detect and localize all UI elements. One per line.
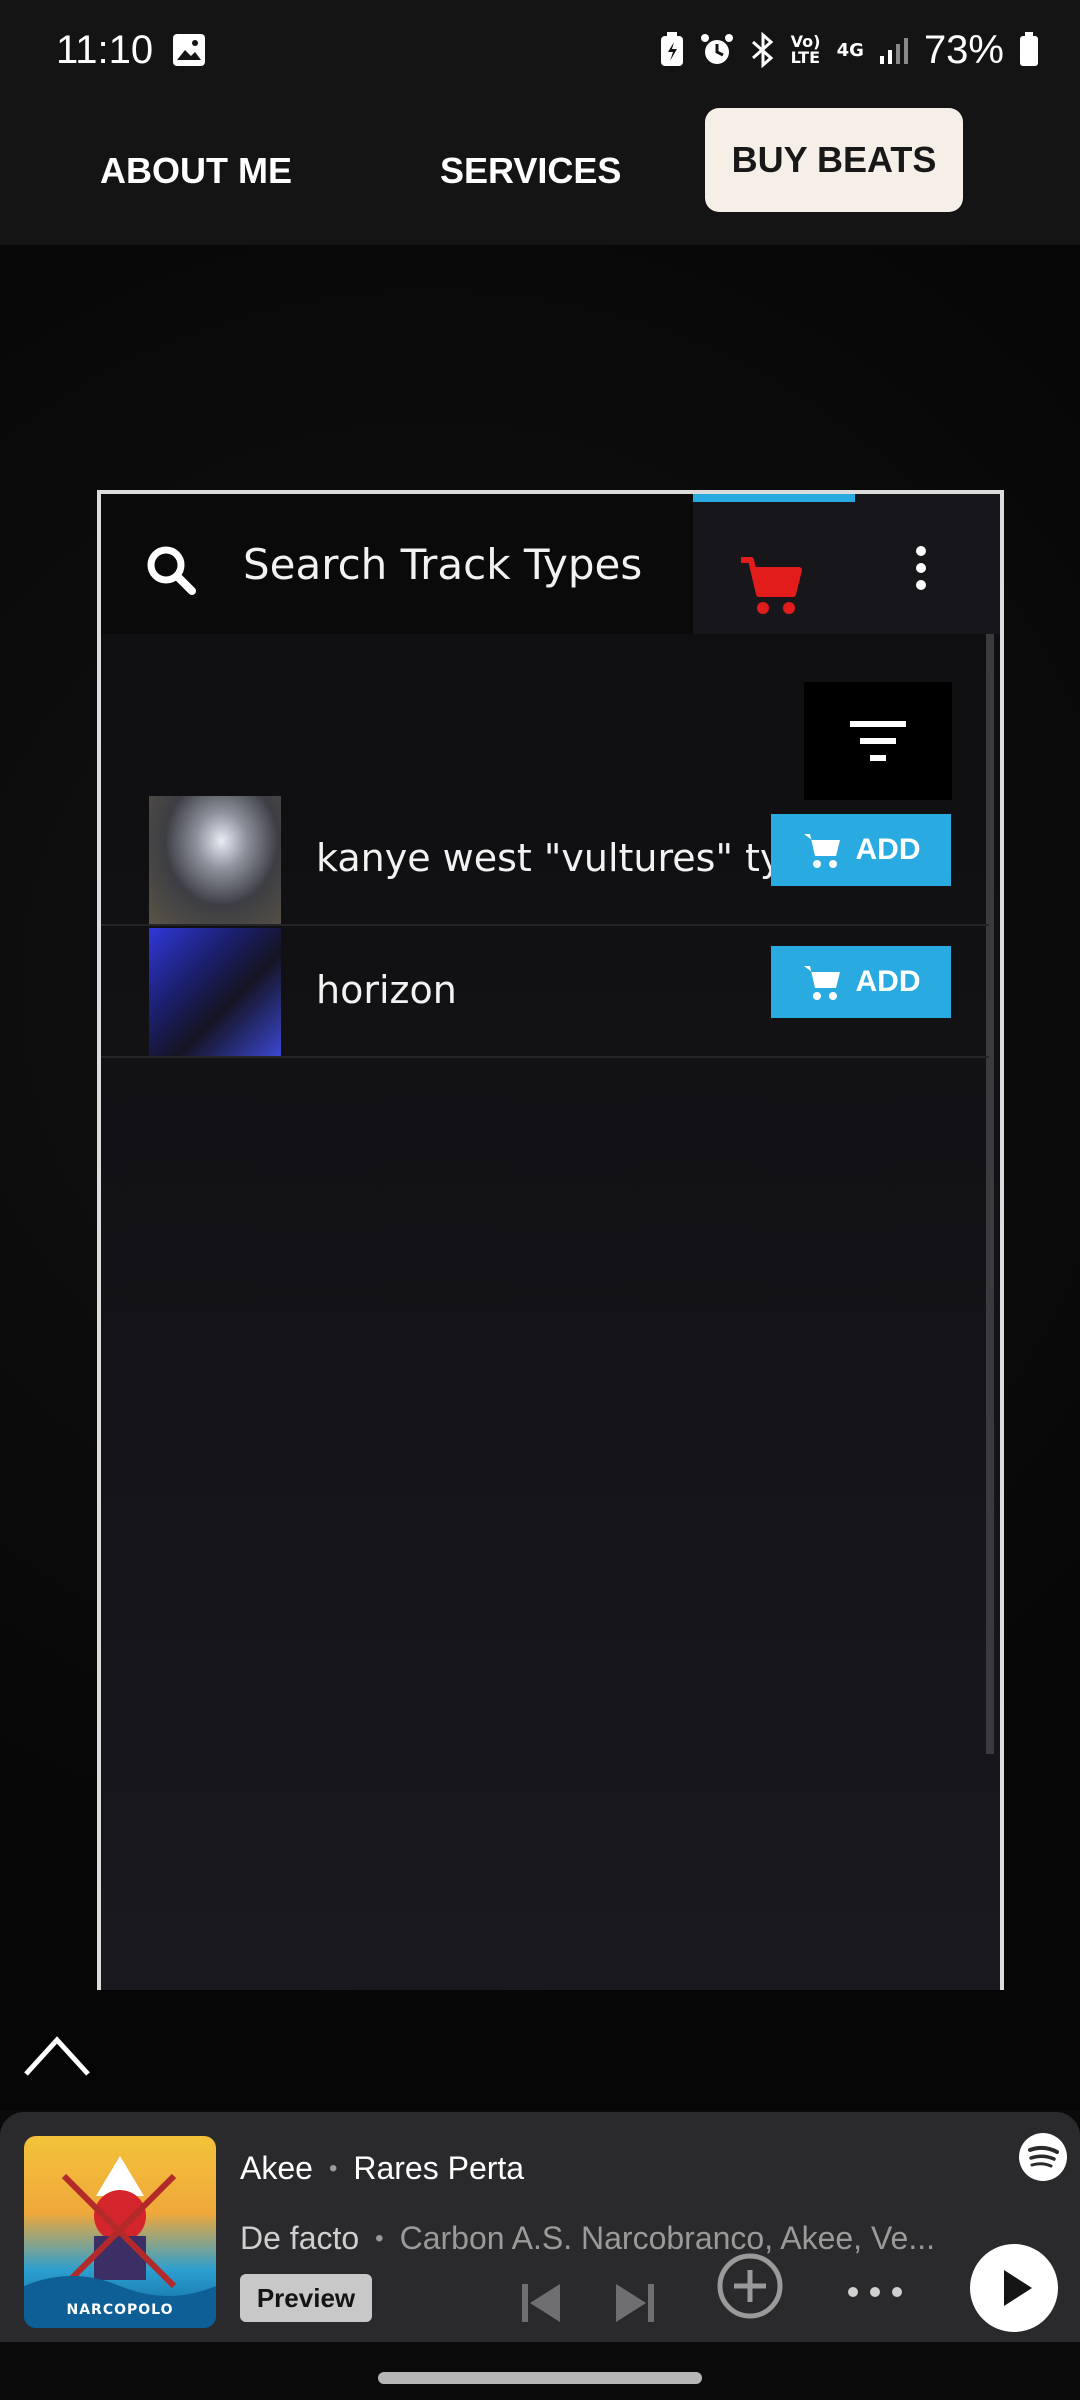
- song-line: De facto • Carbon A.S. Narcobranco, Akee…: [240, 2220, 960, 2257]
- cart-icon: [803, 834, 840, 868]
- album-label: NARCOPOLO: [66, 2302, 174, 2318]
- widget-header: [101, 494, 1000, 634]
- track-list: kanye west "vultures" type beat ADD hori…: [101, 634, 1000, 1990]
- song-title[interactable]: De facto: [240, 2220, 359, 2257]
- artist-secondary[interactable]: Rares Perta: [353, 2150, 524, 2187]
- add-label: ADD: [855, 833, 921, 866]
- nav-services[interactable]: SERVICES: [440, 150, 621, 192]
- track-row[interactable]: horizon ADD: [101, 926, 989, 1058]
- play-icon: [1004, 2270, 1032, 2306]
- status-right: Vo) LTE 4G 73%: [659, 28, 1040, 73]
- add-to-cart-button[interactable]: ADD: [771, 814, 951, 886]
- battery-percent: 73%: [923, 27, 1004, 72]
- artist-primary[interactable]: Akee: [240, 2150, 313, 2187]
- top-nav: ABOUT ME SERVICES BUY BEATS: [0, 100, 1080, 245]
- search-icon[interactable]: [145, 544, 197, 596]
- add-circle-icon[interactable]: [716, 2252, 784, 2320]
- battery-icon: [1020, 32, 1038, 66]
- status-bar: 11:10 Vo) LTE 4G 73%: [0, 0, 1080, 100]
- battery-saver-icon: [660, 32, 683, 66]
- previous-track-icon[interactable]: [518, 2280, 564, 2326]
- album-art[interactable]: NARCOPOLO: [24, 2136, 216, 2328]
- track-title[interactable]: kanye west "vultures" type beat: [316, 836, 786, 880]
- preview-badge: Preview: [240, 2274, 372, 2322]
- artist-line: Akee • Rares Perta: [240, 2150, 524, 2187]
- search-area: [101, 494, 693, 634]
- signal-icon: [879, 38, 908, 64]
- spotify-icon[interactable]: [1018, 2132, 1068, 2182]
- search-input[interactable]: [241, 534, 681, 594]
- beat-store-widget: kanye west "vultures" type beat ADD hori…: [97, 490, 1004, 1990]
- chevron-up-icon[interactable]: [22, 2030, 92, 2080]
- cart-icon: [803, 966, 840, 1000]
- track-thumbnail: [149, 928, 281, 1056]
- add-label: ADD: [855, 965, 921, 998]
- gallery-icon: [173, 34, 206, 66]
- volte-icon: Vo) LTE: [790, 32, 821, 67]
- separator-dot: •: [375, 2224, 384, 2252]
- song-artists[interactable]: Carbon A.S. Narcobranco, Akee, Ve...: [400, 2220, 935, 2257]
- more-vertical-icon[interactable]: [911, 546, 931, 590]
- cart-icon[interactable]: [739, 554, 803, 618]
- separator-dot: •: [328, 2154, 338, 2182]
- nav-about-me[interactable]: ABOUT ME: [100, 150, 292, 192]
- track-row[interactable]: kanye west "vultures" type beat ADD: [101, 794, 989, 926]
- cart-tab[interactable]: [693, 494, 855, 634]
- more-horizontal-icon[interactable]: [846, 2282, 904, 2302]
- status-left: 11:10: [56, 28, 207, 73]
- bluetooth-icon: [751, 32, 773, 68]
- filter-icon: [850, 721, 906, 761]
- home-indicator[interactable]: [378, 2372, 702, 2384]
- track-thumbnail: [149, 796, 281, 924]
- status-time: 11:10: [56, 27, 154, 72]
- spotify-mini-player: NARCOPOLO Akee • Rares Perta De facto • …: [0, 2112, 1080, 2342]
- filter-button[interactable]: [804, 682, 952, 800]
- alarm-icon: [700, 34, 733, 64]
- add-to-cart-button[interactable]: ADD: [771, 946, 951, 1018]
- menu-tab[interactable]: [855, 494, 1000, 634]
- album-art-illustration: [24, 2156, 216, 2328]
- nav-buy-beats-button[interactable]: BUY BEATS: [705, 108, 963, 212]
- play-button[interactable]: [970, 2244, 1058, 2332]
- next-track-icon[interactable]: [612, 2280, 658, 2326]
- track-title[interactable]: horizon: [316, 968, 786, 1012]
- 4g-icon: 4G: [836, 39, 864, 61]
